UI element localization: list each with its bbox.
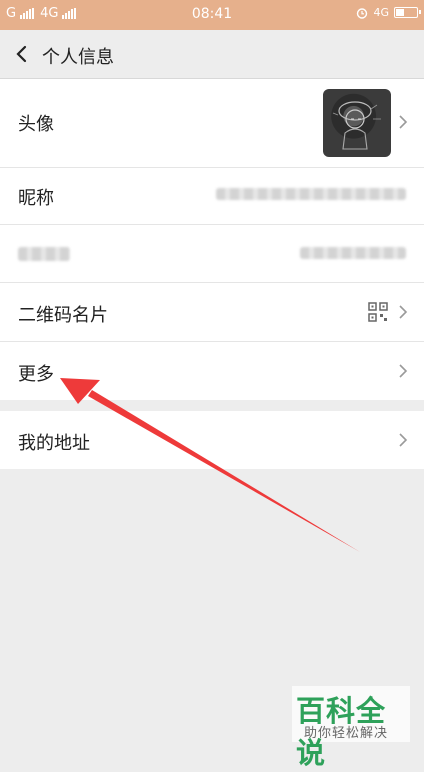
red-arrow-annotation	[60, 378, 360, 552]
watermark-logo: 百科全说 助你轻松解决	[292, 686, 410, 770]
watermark-subtitle: 助你轻松解决	[304, 726, 389, 741]
